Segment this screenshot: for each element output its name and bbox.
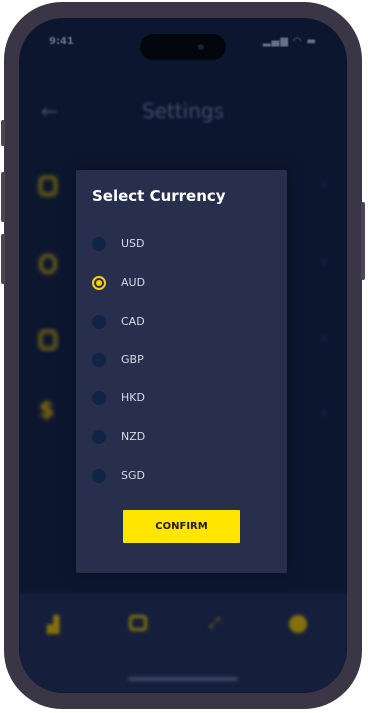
phone-volume-down: [1, 234, 5, 284]
radio-button[interactable]: [92, 469, 106, 483]
currency-option[interactable]: NZD: [92, 425, 272, 455]
radio-button[interactable]: [92, 353, 106, 367]
currency-label: USD: [121, 237, 145, 250]
phone-frame: 9:41 ▂▄▆ ◠ ▬ ← Settings › › › $ › ▟ ⤢ Se…: [1, 2, 365, 709]
dialog-title: Select Currency: [92, 187, 226, 205]
confirm-button[interactable]: CONFIRM: [123, 510, 240, 543]
currency-option[interactable]: CAD: [92, 310, 272, 340]
currency-option[interactable]: GBP: [92, 348, 272, 378]
currency-label: NZD: [121, 430, 146, 443]
currency-label: GBP: [121, 353, 144, 366]
currency-option[interactable]: HKD: [92, 386, 272, 416]
currency-option[interactable]: SGD: [92, 464, 272, 494]
currency-dialog: Select Currency USD AUD CAD GBP HKD NZD …: [76, 170, 287, 573]
radio-button-selected[interactable]: [92, 276, 106, 290]
currency-label: AUD: [121, 276, 146, 289]
app-screen: 9:41 ▂▄▆ ◠ ▬ ← Settings › › › $ › ▟ ⤢ Se…: [19, 18, 347, 693]
phone-mute-switch: [1, 120, 5, 146]
currency-label: CAD: [121, 315, 145, 328]
phone-power-button: [361, 202, 365, 280]
radio-button[interactable]: [92, 391, 106, 405]
currency-label: HKD: [121, 391, 145, 404]
radio-button[interactable]: [92, 315, 106, 329]
phone-volume-up: [1, 172, 5, 222]
radio-button[interactable]: [92, 430, 106, 444]
currency-label: SGD: [121, 469, 145, 482]
currency-option-selected[interactable]: AUD: [92, 271, 272, 301]
currency-option[interactable]: USD: [92, 232, 272, 262]
radio-button[interactable]: [92, 237, 106, 251]
